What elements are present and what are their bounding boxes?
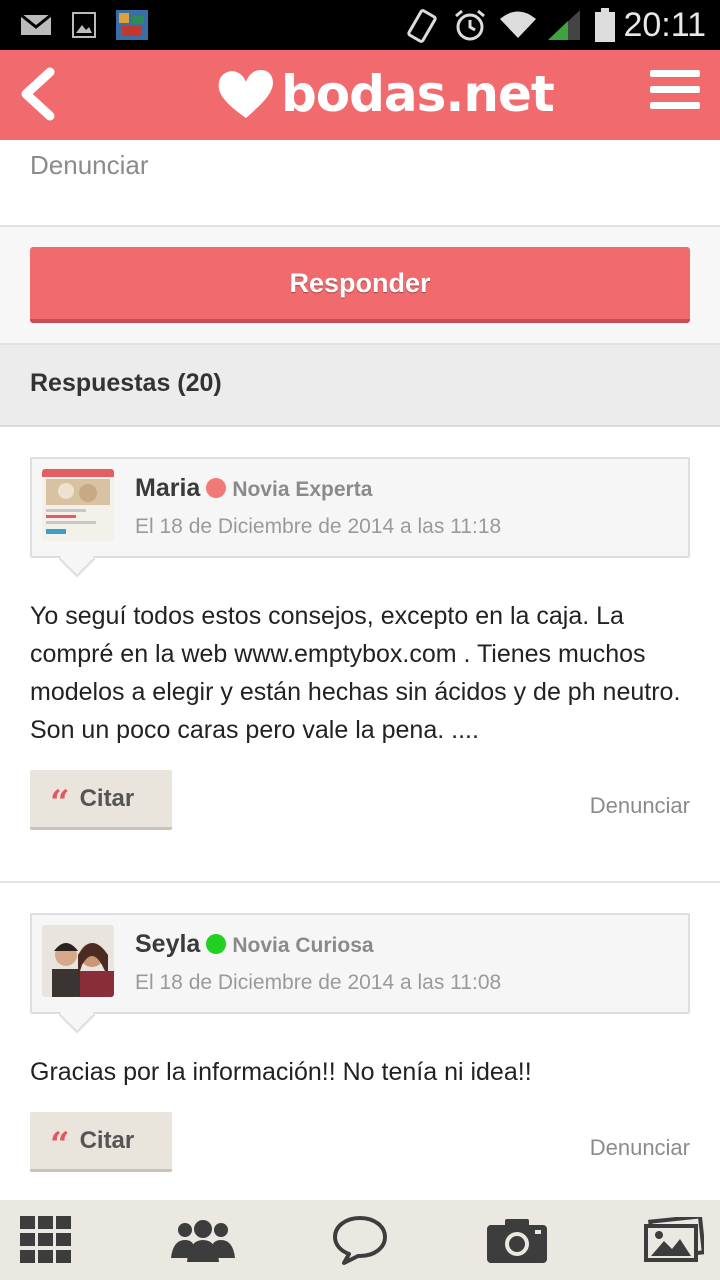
author-card[interactable]: Maria Novia Experta El 18 de Diciembre de… <box>30 457 690 578</box>
grid-icon <box>20 1216 71 1263</box>
author-card[interactable]: Seyla Novia Curiosa El 18 de Diciembre de… <box>30 913 690 1034</box>
report-link[interactable]: Denunciar <box>590 1135 690 1161</box>
author-line: Maria Novia Experta <box>135 474 372 503</box>
cite-label: Citar <box>79 1126 135 1154</box>
alarm-icon <box>455 9 485 41</box>
nav-photos[interactable] <box>634 1200 714 1280</box>
post-body: Yo seguí todos estos consejos, excepto e… <box>30 602 681 744</box>
chevron-left-icon <box>21 67 55 121</box>
quote-icon: “ <box>50 1124 70 1165</box>
author-rank: Novia Curiosa <box>232 934 374 957</box>
author-rank: Novia Experta <box>232 478 373 501</box>
battery-icon <box>595 8 615 42</box>
menu-button[interactable] <box>650 70 700 120</box>
logo-text: bodas.net <box>281 65 555 123</box>
cite-button[interactable]: “ Citar <box>30 770 172 830</box>
signal-icon <box>548 10 580 40</box>
post-date: El 18 de Diciembre de 2014 a las 11:08 <box>135 971 502 994</box>
thread-content[interactable]: Denunciar Responder Respuestas (20) Mari… <box>0 140 720 1200</box>
post-item: Maria Novia Experta El 18 de Diciembre de… <box>0 457 720 877</box>
avatar[interactable] <box>42 925 114 997</box>
answers-title: Respuestas (20) <box>30 369 222 397</box>
report-link[interactable]: Denunciar <box>590 793 690 819</box>
chat-icon <box>333 1216 387 1265</box>
card-pointer <box>58 996 96 1034</box>
card-pointer <box>58 540 96 578</box>
hamburger-line <box>650 86 700 93</box>
avatar-image <box>42 469 114 541</box>
back-button[interactable] <box>14 66 64 122</box>
cite-label: Citar <box>79 784 135 812</box>
nav-grid[interactable] <box>6 1200 86 1280</box>
logo: bodas.net <box>215 58 555 130</box>
post-date: El 18 de Diciembre de 2014 a las 11:18 <box>135 515 502 538</box>
gallery-icon <box>72 12 96 38</box>
cite-button[interactable]: “ Citar <box>30 1112 172 1172</box>
avatar-image <box>42 925 114 997</box>
report-link[interactable]: Denunciar <box>30 150 149 181</box>
nav-community[interactable] <box>163 1200 243 1280</box>
author-name[interactable]: Seyla <box>135 930 200 958</box>
community-icon <box>171 1220 235 1262</box>
nav-chat[interactable] <box>320 1200 400 1280</box>
status-dot <box>206 934 227 954</box>
divider <box>0 881 720 883</box>
author-line: Seyla Novia Curiosa <box>135 930 374 959</box>
vibrate-icon <box>407 9 437 43</box>
answers-header: Respuestas (20) <box>0 345 720 427</box>
mail-icon <box>20 14 52 35</box>
heart-icon <box>218 70 273 118</box>
avatar[interactable] <box>42 469 114 541</box>
post-body: Gracias por la información!! No tenía ni… <box>30 1058 532 1086</box>
reply-button[interactable]: Responder <box>30 247 690 323</box>
status-dot <box>206 478 227 498</box>
camera-icon <box>487 1219 547 1263</box>
wifi-icon <box>500 11 536 38</box>
app-thumbnail-icon <box>116 10 148 40</box>
hamburger-line <box>650 70 700 77</box>
author-name[interactable]: Maria <box>135 474 200 502</box>
photos-icon <box>644 1217 704 1262</box>
hamburger-line <box>650 102 700 109</box>
post-item: Seyla Novia Curiosa El 18 de Diciembre de… <box>0 913 720 1200</box>
bottom-nav <box>0 1200 720 1280</box>
quote-icon: “ <box>50 782 70 823</box>
app-header: bodas.net <box>0 50 720 140</box>
status-time: 20:11 <box>623 6 706 44</box>
nav-camera[interactable] <box>477 1200 557 1280</box>
status-bar: 20:11 <box>0 0 720 50</box>
